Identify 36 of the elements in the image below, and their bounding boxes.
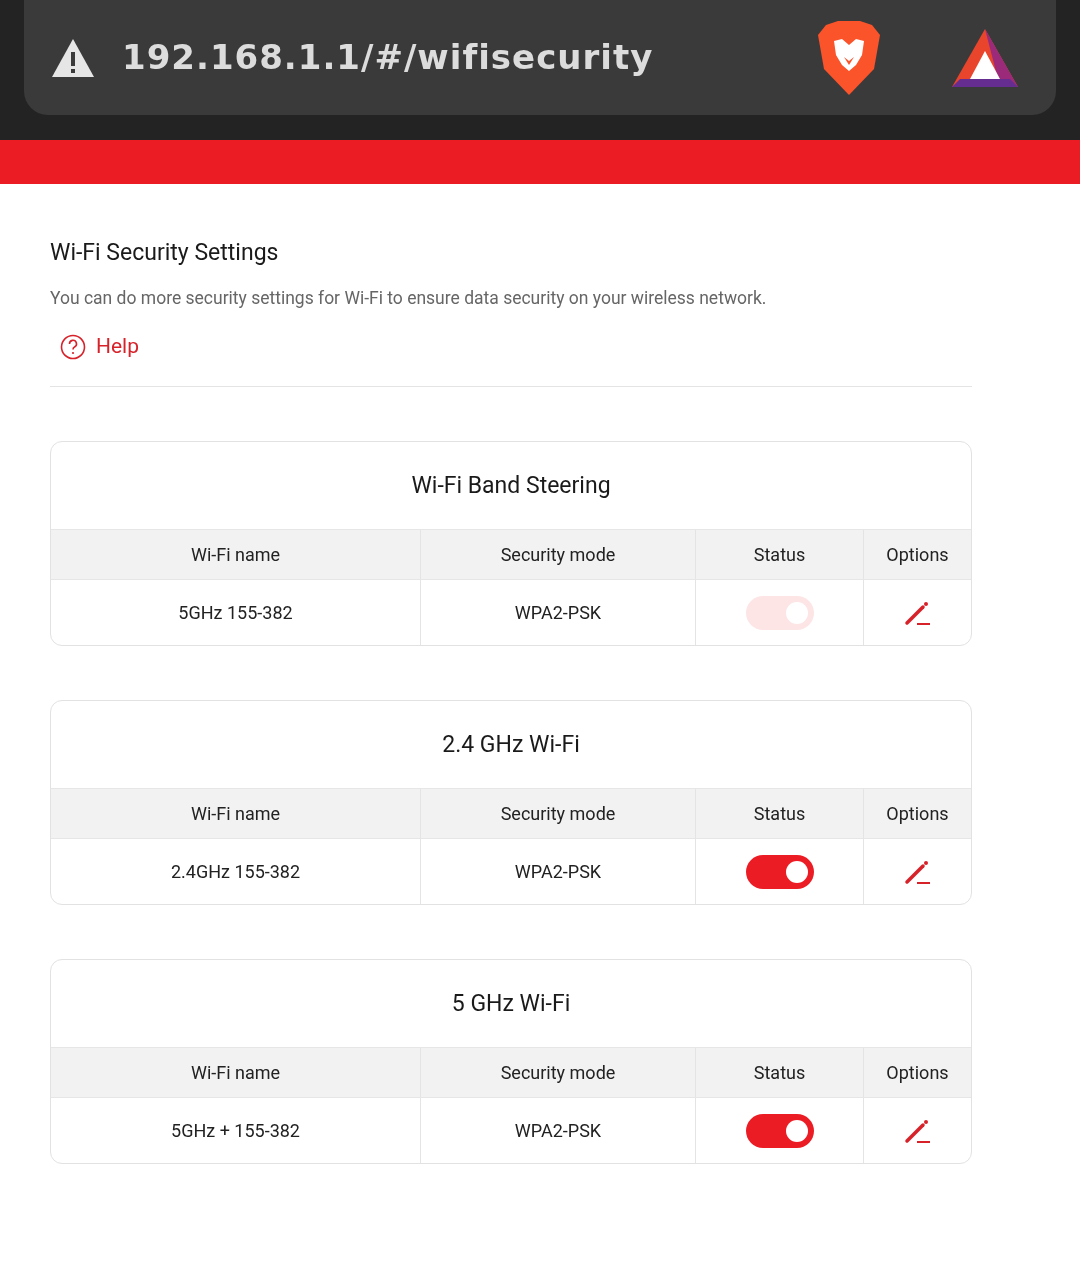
- column-header: Wi-Fi name: [51, 1048, 421, 1098]
- table-cell: WPA2-PSK: [421, 580, 696, 646]
- status-toggle[interactable]: [745, 854, 814, 889]
- column-header: Security mode: [421, 789, 696, 839]
- card-title: 5 GHz Wi-Fi: [451, 988, 571, 1019]
- table-cell: WPA2-PSK: [421, 1098, 696, 1164]
- url-text: 192.168.1.1/#/wifisecurity: [122, 36, 654, 79]
- toggle-knob: [785, 860, 808, 883]
- column-header: Wi-Fi name: [51, 789, 421, 839]
- edit-icon[interactable]: [903, 599, 932, 626]
- column-header: Status: [696, 1048, 864, 1098]
- help-icon: [60, 333, 86, 360]
- column-header: Security mode: [421, 1048, 696, 1098]
- edit-icon[interactable]: [903, 1117, 932, 1144]
- lion-shield-icon: [816, 18, 882, 97]
- column-header: Status: [696, 789, 864, 839]
- table-cell: 2.4GHz 155-382: [51, 839, 421, 905]
- column-header: Options: [885, 543, 950, 568]
- column-header: Status: [696, 530, 864, 580]
- toggle-knob: [785, 601, 808, 624]
- page-title: Wi-Fi Security Settings: [50, 238, 280, 268]
- card-title: Wi-Fi Band Steering: [411, 470, 611, 501]
- address-bar[interactable]: 192.168.1.1/#/wifisecurity: [24, 0, 1056, 115]
- column-header: Wi-Fi name: [51, 530, 421, 580]
- column-header: Options: [885, 1061, 950, 1086]
- card-title: 2.4 GHz Wi-Fi: [442, 729, 580, 760]
- status-toggle[interactable]: [745, 1113, 814, 1148]
- page-description: You can do more security settings for Wi-Fi to ensure data security on your wireless network.: [50, 286, 768, 310]
- table-cell: 5GHz + 155-382: [51, 1098, 421, 1164]
- table-cell: WPA2-PSK: [421, 839, 696, 905]
- column-header: Security mode: [421, 530, 696, 580]
- table-cell: 5GHz 155-382: [51, 580, 421, 646]
- column-header: Options: [885, 802, 950, 827]
- toggle-knob: [785, 1119, 808, 1142]
- edit-icon[interactable]: [903, 858, 932, 885]
- help-link[interactable]: Help: [60, 330, 139, 363]
